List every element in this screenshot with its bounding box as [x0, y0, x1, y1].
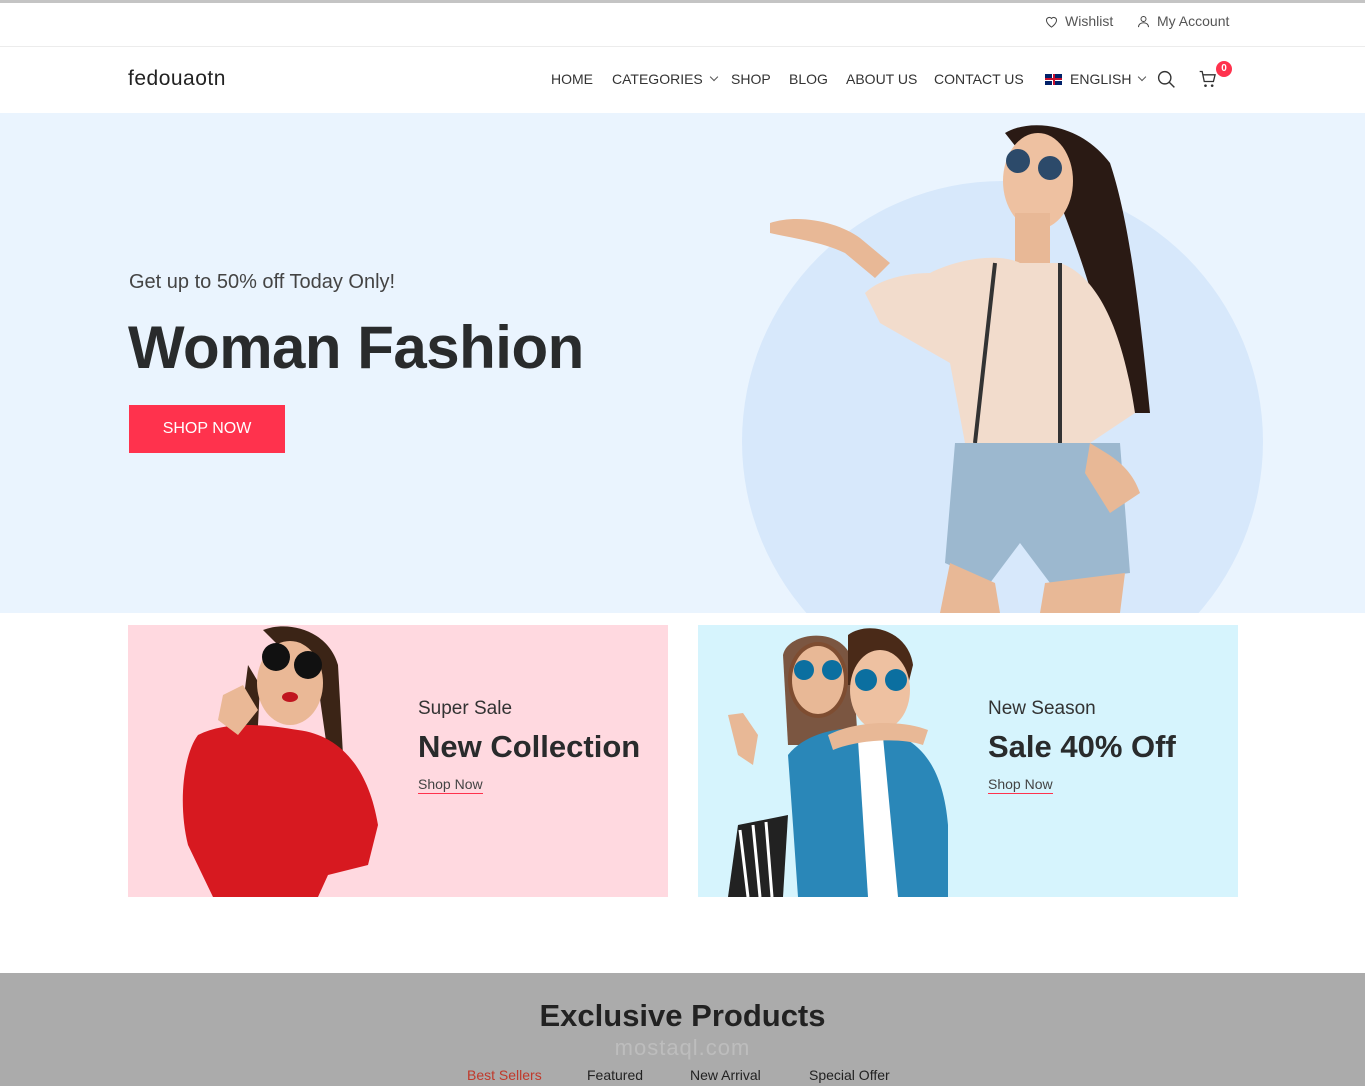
promo-banner-sale[interactable]: New Season Sale 40% Off Shop Now: [698, 625, 1238, 897]
user-icon: [1138, 15, 1149, 27]
main-header: fedouaotn HOME CATEGORIES SHOP BLOG ABOU…: [0, 47, 1365, 113]
banner-shop-now-link[interactable]: Shop Now: [418, 776, 483, 794]
nav-categories[interactable]: CATEGORIES: [612, 71, 719, 87]
cart-icon: [1199, 70, 1216, 87]
watermark: mostaql.com: [614, 1035, 751, 1060]
chevron-down-icon: [1138, 72, 1147, 82]
nav-about-label: ABOUT US: [846, 71, 918, 87]
site-logo[interactable]: fedouaotn: [128, 67, 226, 91]
hero-title: Woman Fashion: [128, 314, 584, 381]
nav-categories-label: CATEGORIES: [612, 71, 703, 87]
nav-contact-label: CONTACT US: [934, 71, 1024, 87]
section-title: Exclusive Products: [539, 998, 826, 1033]
uk-flag-icon: [1045, 73, 1062, 85]
tab-featured[interactable]: Featured: [587, 1067, 643, 1083]
nav-home-label: HOME: [551, 71, 593, 87]
shop-now-button[interactable]: SHOP NOW: [129, 405, 285, 453]
banner-subtitle: Super Sale: [418, 698, 513, 719]
banner-shop-now-link[interactable]: Shop Now: [988, 776, 1053, 794]
hero-slider: Get up to 50% off Today Only! Woman Fash…: [0, 113, 1365, 613]
banner-model-image: [182, 626, 378, 897]
language-selector[interactable]: ENGLISH: [1045, 71, 1147, 87]
heart-icon: [1045, 16, 1058, 28]
search-icon: [1157, 70, 1175, 88]
wishlist-link[interactable]: Wishlist: [1044, 13, 1113, 29]
banner-title: New Collection: [418, 729, 641, 764]
my-account-label: My Account: [1157, 13, 1230, 29]
search-button[interactable]: [1156, 69, 1177, 95]
tab-new-arrival[interactable]: New Arrival: [690, 1067, 761, 1083]
nav-blog-label: BLOG: [789, 71, 828, 87]
banner-subtitle: New Season: [988, 698, 1096, 719]
banner-models-image: [728, 628, 948, 897]
nav-contact[interactable]: CONTACT US: [934, 71, 1024, 87]
exclusive-products-section: mostaql.com Exclusive Products Best Sell…: [0, 973, 1365, 1086]
nav-shop-label: SHOP: [731, 71, 771, 87]
language-label: ENGLISH: [1070, 71, 1132, 87]
wishlist-label: Wishlist: [1065, 13, 1114, 29]
nav-blog[interactable]: BLOG: [789, 71, 828, 87]
nav-home[interactable]: HOME: [551, 71, 593, 87]
banner-title: Sale 40% Off: [988, 729, 1176, 764]
chevron-down-icon: [709, 72, 719, 82]
tab-best-sellers[interactable]: Best Sellers: [467, 1067, 542, 1083]
promo-banner-new-collection[interactable]: Super Sale New Collection Shop Now: [128, 625, 668, 897]
hero-model-image: [770, 125, 1150, 613]
cart-count-badge: 0: [1216, 61, 1232, 77]
tab-special-offer[interactable]: Special Offer: [809, 1067, 890, 1083]
hero-subtitle: Get up to 50% off Today Only!: [129, 271, 396, 293]
nav-about[interactable]: ABOUT US: [846, 71, 917, 87]
cart-button[interactable]: 0: [1198, 61, 1232, 94]
my-account-link[interactable]: My Account: [1136, 13, 1229, 29]
top-bar: Wishlist My Account: [0, 3, 1365, 47]
nav-shop[interactable]: SHOP: [731, 71, 771, 87]
